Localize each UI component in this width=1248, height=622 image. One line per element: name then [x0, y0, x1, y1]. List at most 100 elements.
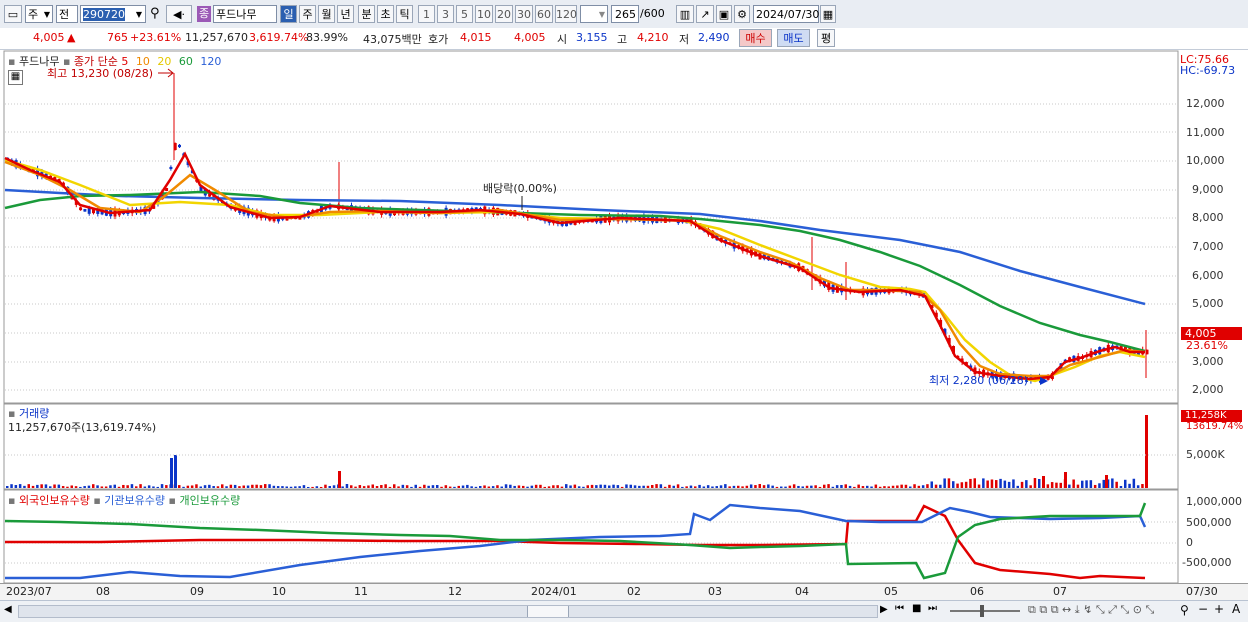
market-select[interactable]: 전 [56, 5, 78, 23]
volume-bar [332, 485, 336, 488]
tab-interval-minute[interactable]: 분 [358, 5, 375, 23]
volume-bar [780, 486, 783, 488]
table-icon[interactable]: ▦ [8, 70, 23, 85]
volume-bar [182, 486, 185, 488]
volume-bar [401, 484, 405, 488]
volume-bar [603, 484, 607, 488]
retail-legend-label[interactable]: 개인보유수량 [179, 494, 240, 507]
institution-legend-label[interactable]: 기관보유수량 [104, 494, 165, 507]
volume-bar [930, 481, 933, 488]
zoom-slider-handle[interactable] [980, 605, 984, 617]
ma-title[interactable]: 종가 단순 [74, 55, 118, 68]
tool-icons[interactable]: ⧉ ⧉ ⧉ ↔ ⤓ ↯ ⤡ ⤢ ⤡ ⊙ ⤡ [1028, 603, 1154, 617]
volume-bar [61, 486, 65, 488]
eval-button[interactable]: 평 [817, 29, 835, 47]
volume-bar [70, 485, 73, 488]
volume-bar [276, 486, 280, 488]
volume-bar [1059, 482, 1062, 488]
period-select[interactable]: 주 ▼ [25, 5, 53, 23]
volume-bar [659, 484, 663, 488]
tab-interval-year[interactable]: 년 [337, 5, 354, 23]
foreign-legend-label[interactable]: 외국인보유수량 [19, 494, 90, 507]
volume-bar [87, 485, 91, 488]
price-panel-title[interactable]: 푸드나무 [19, 55, 59, 68]
interval-10[interactable]: 10 [475, 5, 493, 23]
plus-icon[interactable]: + [1214, 602, 1224, 616]
interval-3[interactable]: 3 [437, 5, 454, 23]
date-label: 2023/07 [6, 585, 52, 598]
chevron-down-icon: ▼ [43, 10, 50, 19]
sell-button[interactable]: 매도 [777, 29, 810, 47]
scroll-left-icon[interactable]: ◀ [4, 604, 12, 615]
custom-interval-select[interactable]: ▼ [580, 5, 608, 23]
rewind-icon[interactable]: ⏮ [895, 603, 904, 614]
draw-icon[interactable]: ↗ [696, 5, 714, 23]
volume-bar [479, 486, 482, 488]
scroll-track[interactable] [18, 605, 878, 618]
tab-interval-day[interactable]: 일 [280, 5, 297, 23]
volume-bar [238, 486, 241, 488]
date-input[interactable]: 2024/07/30 [753, 5, 819, 23]
volume-bar [216, 486, 220, 488]
interval-5[interactable]: 5 [456, 5, 473, 23]
chevron-down-icon: ▼ [135, 10, 142, 19]
bottom-scrollbar: ◀ ▶ ⏮ ■ ⏭ ⧉ ⧉ ⧉ ↔ ⤓ ↯ ⤡ ⤢ ⤡ ⊙ ⤡ ⚲ − + A [0, 600, 1248, 622]
scroll-right-icon[interactable]: ▶ [880, 604, 888, 615]
volume-bar [706, 485, 710, 488]
volume-bar [1136, 485, 1140, 488]
volume-bar [835, 485, 839, 488]
volume-bar [560, 486, 564, 488]
volume-bar [255, 484, 258, 488]
volume-bar [242, 485, 245, 488]
volume-bar [1105, 475, 1108, 488]
volume-bar [49, 486, 52, 488]
save-icon[interactable]: ▣ [716, 5, 732, 23]
volume-bar [1046, 484, 1050, 488]
volume-bar [1003, 480, 1007, 488]
interval-1[interactable]: 1 [418, 5, 435, 23]
tab-interval-month[interactable]: 월 [318, 5, 335, 23]
volume-bar [866, 485, 869, 488]
volume-bar [1132, 478, 1136, 488]
volume-bar [53, 484, 56, 488]
volume-bar [861, 486, 865, 488]
volume-bar [741, 486, 744, 488]
volume-bar [762, 485, 766, 488]
interval-20[interactable]: 20 [495, 5, 513, 23]
stock-name-field[interactable]: 푸드나무 [213, 5, 277, 23]
interval-60[interactable]: 60 [535, 5, 553, 23]
gear-icon[interactable]: ⚙ [734, 5, 750, 23]
volume-bar [1098, 483, 1101, 488]
fast-forward-icon[interactable]: ⏭ [928, 603, 937, 614]
tab-interval-second[interactable]: 초 [377, 5, 394, 23]
scroll-thumb[interactable] [527, 606, 569, 617]
count-input[interactable]: 265 [611, 5, 639, 23]
volume-bar [358, 485, 362, 488]
minus-icon[interactable]: − [1198, 602, 1208, 616]
volume-bar [504, 484, 508, 488]
window-menu-icon[interactable]: ▭ [4, 5, 22, 23]
interval-30[interactable]: 30 [515, 5, 533, 23]
volume-bar [595, 485, 598, 488]
font-size-icon[interactable]: A [1232, 602, 1240, 616]
buy-button[interactable]: 매수 [739, 29, 772, 47]
zoom-slider[interactable] [950, 610, 1020, 612]
volume-bar [31, 485, 35, 488]
zoom-icon[interactable]: ⚲ [1180, 603, 1189, 617]
tab-interval-week[interactable]: 주 [299, 5, 316, 23]
tab-interval-tick[interactable]: 틱 [396, 5, 413, 23]
volume-bar [522, 485, 525, 488]
search-icon[interactable]: ⚲ [150, 5, 164, 23]
interval-120[interactable]: 120 [555, 5, 577, 23]
volume-bar [1085, 480, 1088, 488]
stop-icon[interactable]: ■ [912, 603, 921, 614]
ma60-label: 60 [178, 55, 193, 68]
speaker-icon[interactable]: ◀· [166, 5, 192, 23]
volume-bar [251, 484, 254, 488]
volume-bar [552, 485, 555, 488]
candle-icon[interactable]: ▥ [676, 5, 694, 23]
volume-bar [823, 484, 826, 488]
stock-code-input[interactable]: 290720 ▼ [80, 5, 146, 23]
volume-bar [844, 484, 847, 488]
calendar-icon[interactable]: ▦ [820, 5, 836, 23]
